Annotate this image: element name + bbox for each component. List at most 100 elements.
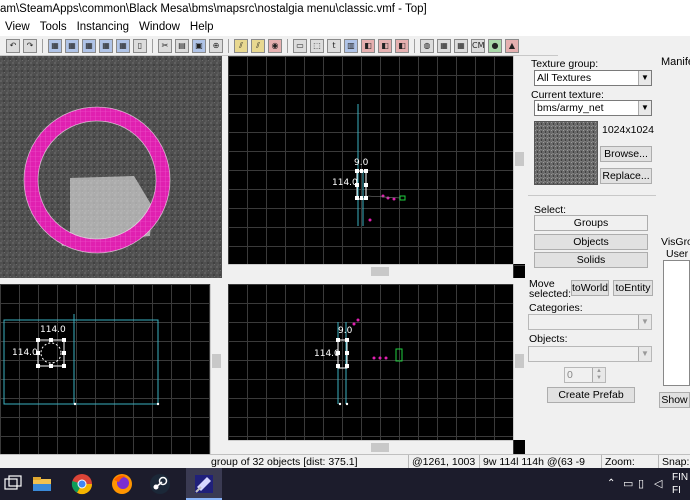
move-selected-label-line2: selected: bbox=[529, 288, 572, 300]
manifest-tab[interactable]: Manifes bbox=[658, 56, 690, 72]
top-view-vscroll[interactable] bbox=[513, 56, 525, 264]
compile-icon[interactable]: ▲ bbox=[505, 38, 519, 53]
grid-toggle-icon[interactable]: ▦ bbox=[437, 38, 451, 53]
browse-button[interactable]: Browse... bbox=[600, 146, 652, 162]
hammer-icon[interactable] bbox=[192, 472, 216, 496]
toolbar-separator bbox=[42, 38, 43, 53]
volume-icon[interactable]: ◁ bbox=[654, 477, 662, 490]
visgroups-label: VisGrou bbox=[661, 236, 690, 248]
front-width-label: 114.0 bbox=[40, 325, 66, 335]
grid-icon[interactable]: ▤ bbox=[175, 38, 189, 53]
replace-button[interactable]: Replace... bbox=[600, 168, 652, 184]
vertex-icon[interactable]: ◧ bbox=[378, 38, 392, 53]
language-indicator-line2[interactable]: FI bbox=[672, 485, 681, 496]
visgroups-list[interactable] bbox=[663, 260, 690, 386]
selection-tool-icon[interactable]: ▣ bbox=[192, 38, 206, 53]
path-icon[interactable]: ◧ bbox=[395, 38, 409, 53]
tray-chevron-icon[interactable]: ⌃ bbox=[607, 478, 615, 489]
top-width-label: 9.0 bbox=[354, 158, 369, 168]
group-icon[interactable]: ▦ bbox=[99, 38, 113, 53]
copy-icon[interactable]: ▦ bbox=[65, 38, 79, 53]
side-view-vscroll[interactable] bbox=[513, 284, 525, 440]
camera-3d-render bbox=[0, 56, 222, 278]
texture-tool-icon[interactable]: ▭ bbox=[293, 38, 307, 53]
current-texture-select[interactable]: bms/army_net ▼ bbox=[534, 100, 652, 116]
entity-tool-icon[interactable]: ⫽ bbox=[251, 38, 265, 53]
current-texture-value: bms/army_net bbox=[537, 102, 604, 114]
apply-texture-icon[interactable]: ⬚ bbox=[310, 38, 324, 53]
menu-tools[interactable]: Tools bbox=[35, 18, 72, 36]
create-prefab-button[interactable]: Create Prefab bbox=[547, 387, 635, 403]
top-2d-overlay bbox=[355, 104, 406, 226]
network-icon[interactable]: ▯ bbox=[638, 477, 644, 490]
menu-bar: View Tools Instancing Window Help bbox=[0, 18, 690, 36]
status-snap: Snap: C bbox=[658, 455, 690, 482]
steam-icon[interactable] bbox=[148, 472, 172, 496]
front-2d-view[interactable]: 114.0 114.0 bbox=[0, 284, 222, 454]
window-title: am\SteamApps\common\Black Mesa\bms\mapsr… bbox=[0, 0, 690, 18]
status-selection: group of 32 objects [dist: 375.1] bbox=[211, 456, 358, 468]
categories-select[interactable]: ▼ bbox=[528, 314, 652, 330]
cordon-icon[interactable]: CM bbox=[471, 38, 485, 53]
menu-view[interactable]: View bbox=[0, 18, 35, 36]
select-groups-button[interactable]: Groups bbox=[534, 215, 648, 231]
prefab-count-spinner[interactable]: 0 ▲ ▼ bbox=[564, 367, 606, 383]
decal-icon[interactable]: t bbox=[327, 38, 341, 53]
chevron-down-icon: ▼ bbox=[638, 71, 651, 85]
toolbar-separator bbox=[228, 38, 229, 53]
clip-icon[interactable]: ◧ bbox=[361, 38, 375, 53]
toolbar-separator bbox=[414, 38, 415, 53]
visgroups-user-tab[interactable]: User bbox=[666, 248, 688, 260]
toolbar-separator bbox=[287, 38, 288, 53]
front-view-vscroll[interactable] bbox=[210, 284, 222, 454]
spinner-arrows-icon: ▲ ▼ bbox=[592, 368, 605, 382]
firefox-icon[interactable] bbox=[110, 472, 134, 496]
cut-icon[interactable]: ▦ bbox=[48, 38, 62, 53]
redo-icon[interactable]: ↷ bbox=[23, 38, 37, 53]
texture-group-label: Texture group: bbox=[531, 58, 599, 70]
overlay-icon[interactable]: ▥ bbox=[344, 38, 358, 53]
to-world-button[interactable]: toWorld bbox=[571, 280, 609, 296]
texture-group-select[interactable]: All Textures ▼ bbox=[534, 70, 652, 86]
to-entity-button[interactable]: toEntity bbox=[613, 280, 653, 296]
top-2d-view[interactable]: 9.0 114.0 bbox=[228, 56, 525, 278]
paste-icon[interactable]: ▦ bbox=[82, 38, 96, 53]
task-view-icon[interactable] bbox=[2, 472, 26, 496]
camera-icon[interactable]: ⫽ bbox=[234, 38, 248, 53]
menu-window[interactable]: Window bbox=[134, 18, 185, 36]
undo-icon[interactable]: ↶ bbox=[6, 38, 20, 53]
top-view-hscroll[interactable] bbox=[228, 264, 513, 278]
objects-select[interactable]: ▼ bbox=[528, 346, 652, 362]
prefab-count-value: 0 bbox=[567, 369, 573, 381]
texture-preview[interactable] bbox=[534, 121, 598, 185]
status-zoom: Zoom: 0.17 bbox=[601, 455, 658, 482]
objects-label: Objects: bbox=[529, 333, 568, 345]
status-size: 9w 114l 114h @(63 -9 306) bbox=[479, 455, 601, 482]
menu-help[interactable]: Help bbox=[185, 18, 219, 36]
run-map-icon[interactable]: ● bbox=[488, 38, 502, 53]
main-toolbar: ↶ ↷ ▦ ▦ ▦ ▦ ▦ ▯ ✂ ▤ ▣ ⊕ ⫽ ⫽ ◉ ▭ ⬚ t ▥ ◧ … bbox=[0, 36, 558, 56]
block-tool-icon[interactable]: ◉ bbox=[268, 38, 282, 53]
battery-icon[interactable]: ▭ bbox=[623, 477, 633, 490]
grid-snap-icon[interactable]: ▦ bbox=[454, 38, 468, 53]
magnify-icon[interactable]: ⊕ bbox=[209, 38, 223, 53]
sphere-icon[interactable]: ◍ bbox=[420, 38, 434, 53]
show-button[interactable]: Show bbox=[659, 392, 690, 408]
select-solids-button[interactable]: Solids bbox=[534, 252, 648, 268]
side-height-label: 114.0 bbox=[314, 349, 340, 359]
select-objects-button[interactable]: Objects bbox=[534, 234, 648, 250]
ungroup-icon[interactable]: ▦ bbox=[116, 38, 130, 53]
file-explorer-icon[interactable] bbox=[30, 472, 54, 496]
texture-size: 1024x1024 bbox=[602, 124, 654, 136]
texture-preview-image bbox=[535, 122, 597, 184]
carve-icon[interactable]: ✂ bbox=[158, 38, 172, 53]
hide-icon[interactable]: ▯ bbox=[133, 38, 147, 53]
side-2d-view[interactable]: 9.0 114.0 bbox=[228, 284, 525, 454]
chevron-down-icon: ▼ bbox=[638, 347, 651, 361]
chrome-icon[interactable] bbox=[70, 472, 94, 496]
language-indicator-line1[interactable]: FIN bbox=[672, 472, 688, 483]
front-height-label: 114.0 bbox=[12, 348, 38, 358]
menu-instancing[interactable]: Instancing bbox=[72, 18, 134, 36]
side-view-hscroll[interactable] bbox=[228, 440, 513, 454]
camera-3d-view[interactable] bbox=[0, 56, 222, 278]
